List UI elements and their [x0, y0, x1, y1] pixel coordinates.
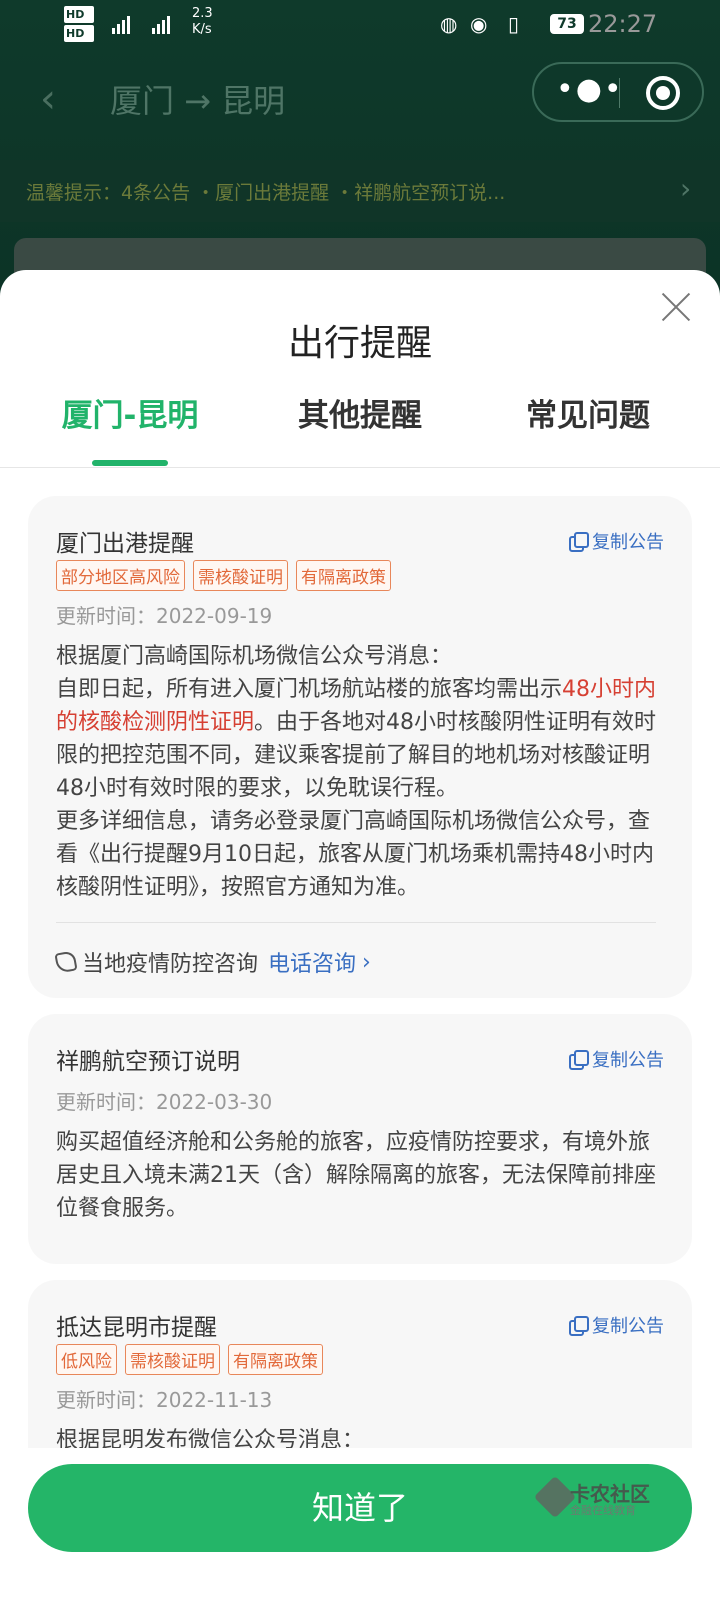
watermark-sub: 金融在线教育 — [570, 1504, 636, 1517]
close-target-icon[interactable] — [646, 76, 680, 110]
copy-label: 复制公告 — [592, 1316, 664, 1337]
capsule-divider — [619, 78, 620, 108]
copy-icon — [569, 1050, 589, 1070]
card-body: 根据昆明发布微信公众号消息： — [56, 1428, 365, 1448]
copy-icon — [569, 532, 589, 552]
nfc-icon: ◍ — [440, 12, 458, 36]
eye-icon: ◉ — [470, 12, 488, 36]
tag-list: 低风险 需核酸证明 有隔离政策 — [56, 1344, 323, 1375]
network-speed: 2.3 K/s — [192, 6, 213, 37]
tag: 有隔离政策 — [296, 560, 391, 591]
nav-bar: ‹ 厦门 → 昆明 •●• — [0, 60, 720, 132]
hd-badge-1: HD — [64, 6, 94, 23]
sheet-title: 出行提醒 — [287, 323, 432, 364]
card-body: 根据厦门高崎国际机场微信公众号消息： 自即日起，所有进入厦门机场航站楼的旅客均需… — [56, 644, 657, 900]
consult-label: 当地疫情防控咨询 — [82, 952, 259, 977]
notice-bar[interactable]: 温馨提示：4条公告 ・厦门出港提醒 ・祥鹏航空预订说... › — [0, 160, 720, 222]
page-title: 厦门 → 昆明 — [110, 82, 286, 120]
copy-icon — [569, 1316, 589, 1336]
card-title: 祥鹏航空预订说明 — [56, 1049, 240, 1075]
divider — [56, 922, 656, 923]
tab-other-reminders[interactable]: 其他提醒 — [270, 390, 450, 435]
battery-icon: 73 — [550, 14, 584, 34]
signal-icon — [112, 14, 130, 34]
close-icon[interactable] — [658, 288, 694, 324]
tag: 部分地区高风险 — [56, 560, 185, 591]
chevron-right-icon: › — [362, 949, 371, 975]
clock: 22:27 — [588, 10, 658, 38]
signal-icon — [152, 14, 170, 34]
copy-notice-button[interactable]: 复制公告 — [569, 1312, 664, 1338]
watermark: 卡农社区 金融在线教育 — [533, 1472, 666, 1532]
updated-time: 更新时间：2022-03-30 — [56, 1090, 273, 1114]
vibrate-icon: ▯ — [508, 12, 520, 36]
travel-reminder-sheet: 出行提醒 厦门-昆明 其他提醒 常见问题 厦门出港提醒 复制公告 部分地区高风险… — [0, 270, 720, 1600]
epidemic-consult-row[interactable]: 当地疫情防控咨询 电话咨询 › — [54, 946, 371, 978]
phone-consult-link[interactable]: 电话咨询 — [268, 946, 356, 978]
tab-faq[interactable]: 常见问题 — [498, 390, 678, 435]
sheet-footer: 知道了 卡农社区 金融在线教育 — [0, 1448, 720, 1600]
tab-active-indicator — [92, 460, 168, 466]
tag: 低风险 — [56, 1344, 117, 1375]
hd-indicators: HD HD — [64, 6, 94, 44]
reminder-card: 祥鹏航空预订说明 复制公告 更新时间：2022-03-30 购买超值经济舱和公务… — [28, 1014, 692, 1264]
background-page: HD HD 2.3 K/s ◍ ◉ ▯ 73 22:27 ‹ 厦门 → 昆明 •… — [0, 0, 720, 300]
updated-time: 更新时间：2022-09-19 — [56, 604, 273, 628]
copy-label: 复制公告 — [592, 1050, 664, 1071]
phone-icon — [54, 950, 78, 974]
card-title: 厦门出港提醒 — [56, 531, 194, 557]
tab-route[interactable]: 厦门-昆明 — [40, 390, 220, 435]
chevron-left-icon[interactable]: ‹ — [40, 76, 56, 122]
notice-text: 温馨提示：4条公告 ・厦门出港提醒 ・祥鹏航空预订说... — [26, 182, 506, 204]
mini-program-capsule: •●• — [532, 62, 704, 122]
card-title: 抵达昆明市提醒 — [56, 1315, 217, 1341]
reminder-card: 抵达昆明市提醒 复制公告 低风险 需核酸证明 有隔离政策 更新时间：2022-1… — [28, 1280, 692, 1448]
copy-notice-button[interactable]: 复制公告 — [569, 528, 664, 554]
copy-label: 复制公告 — [592, 532, 664, 553]
copy-notice-button[interactable]: 复制公告 — [569, 1046, 664, 1072]
updated-time: 更新时间：2022-11-13 — [56, 1388, 273, 1412]
tag-list: 部分地区高风险 需核酸证明 有隔离政策 — [56, 560, 391, 591]
hd-badge-2: HD — [64, 25, 94, 42]
chevron-right-icon: › — [680, 172, 692, 205]
tag: 需核酸证明 — [125, 1344, 220, 1375]
card-body: 购买超值经济舱和公务舱的旅客，应疫情防控要求，有境外旅居史且入境未满21天（含）… — [56, 1130, 656, 1221]
more-icon[interactable]: •●• — [556, 72, 624, 107]
reminder-card: 厦门出港提醒 复制公告 部分地区高风险 需核酸证明 有隔离政策 更新时间：202… — [28, 496, 692, 998]
reminder-list[interactable]: 厦门出港提醒 复制公告 部分地区高风险 需核酸证明 有隔离政策 更新时间：202… — [0, 470, 720, 1448]
tab-bar: 厦门-昆明 其他提醒 常见问题 — [0, 380, 720, 468]
tag: 有隔离政策 — [228, 1344, 323, 1375]
tag: 需核酸证明 — [193, 560, 288, 591]
status-bar: HD HD 2.3 K/s ◍ ◉ ▯ 73 22:27 — [0, 0, 720, 50]
